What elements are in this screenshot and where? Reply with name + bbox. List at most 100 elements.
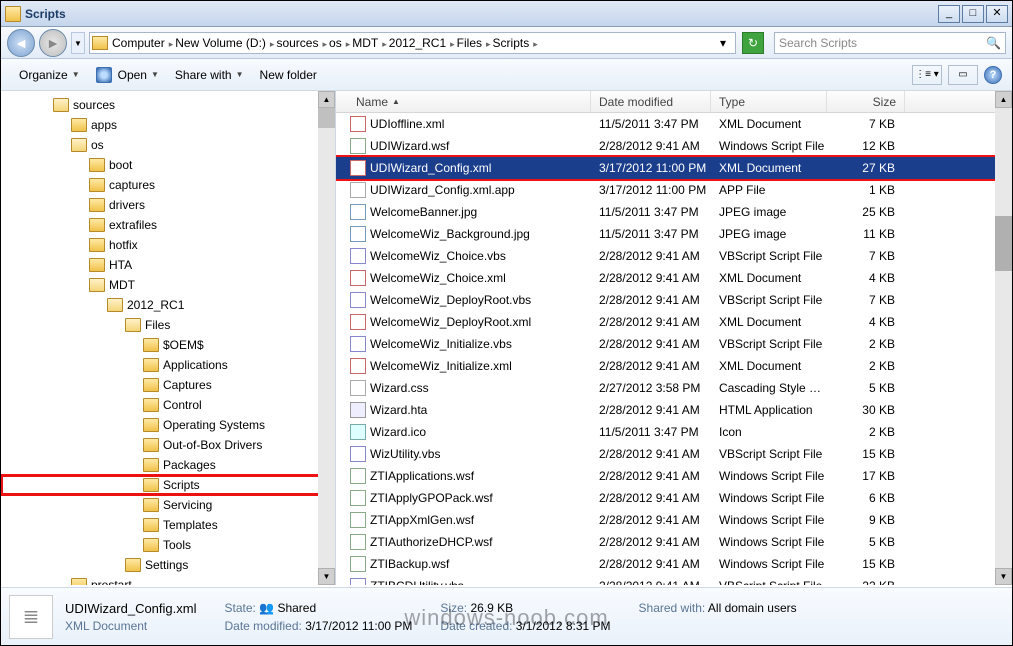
file-row[interactable]: ZTIBackup.wsf2/28/2012 9:41 AMWindows Sc… [336, 553, 1012, 575]
column-type[interactable]: Type [711, 91, 827, 112]
chevron-right-icon[interactable]: ▸ [270, 39, 275, 49]
breadcrumb-item[interactable]: sources [276, 36, 318, 50]
search-input[interactable]: Search Scripts 🔍 [774, 32, 1006, 54]
scrollbar[interactable]: ▲ ▼ [318, 91, 335, 585]
close-button[interactable]: ✕ [986, 5, 1008, 23]
nav-history-dropdown[interactable]: ▼ [71, 32, 85, 54]
column-size[interactable]: Size [827, 91, 905, 112]
chevron-right-icon[interactable]: ▸ [533, 39, 538, 49]
scroll-down-icon[interactable]: ▼ [318, 568, 335, 585]
minimize-button[interactable]: _ [938, 5, 960, 23]
open-button[interactable]: Open▼ [88, 63, 167, 87]
tree-node[interactable]: Applications [1, 355, 335, 375]
tree-node[interactable]: Packages [1, 455, 335, 475]
help-button[interactable]: ? [984, 66, 1002, 84]
folder-tree[interactable]: sourcesappsosbootcapturesdriversextrafil… [1, 91, 336, 585]
file-row[interactable]: WelcomeWiz_Choice.vbs2/28/2012 9:41 AMVB… [336, 245, 1012, 267]
breadcrumb-item[interactable]: 2012_RC1 [389, 36, 446, 50]
tree-node[interactable]: HTA [1, 255, 335, 275]
file-list[interactable]: UDIoffline.xml11/5/2011 3:47 PMXML Docum… [336, 113, 1012, 585]
tree-node[interactable]: Control [1, 395, 335, 415]
tree-node[interactable]: Settings [1, 555, 335, 575]
forward-button[interactable]: ► [39, 29, 67, 57]
chevron-right-icon[interactable]: ▸ [346, 39, 351, 49]
tree-node[interactable]: boot [1, 155, 335, 175]
file-row[interactable]: UDIWizard_Config.xml.app3/17/2012 11:00 … [336, 179, 1012, 201]
breadcrumb-item[interactable]: MDT [352, 36, 378, 50]
file-date: 2/28/2012 9:41 AM [591, 359, 711, 373]
file-row[interactable]: ZTIApplications.wsf2/28/2012 9:41 AMWind… [336, 465, 1012, 487]
tree-node[interactable]: Servicing [1, 495, 335, 515]
share-with-button[interactable]: Share with▼ [167, 64, 252, 86]
tree-node[interactable]: Tools [1, 535, 335, 555]
file-row[interactable]: ZTIAuthorizeDHCP.wsf2/28/2012 9:41 AMWin… [336, 531, 1012, 553]
preview-pane-button[interactable]: ▭ [948, 65, 978, 85]
tree-node[interactable]: Out-of-Box Drivers [1, 435, 335, 455]
tree-node[interactable]: Captures [1, 375, 335, 395]
breadcrumb-item[interactable]: New Volume (D:) [175, 36, 266, 50]
breadcrumb-item[interactable]: Scripts [493, 36, 530, 50]
new-folder-button[interactable]: New folder [252, 64, 325, 86]
tree-node[interactable]: Operating Systems [1, 415, 335, 435]
scroll-down-icon[interactable]: ▼ [995, 568, 1012, 585]
file-row[interactable]: WelcomeWiz_DeployRoot.xml2/28/2012 9:41 … [336, 311, 1012, 333]
dropdown-icon[interactable]: ▾ [713, 33, 733, 53]
chevron-right-icon[interactable]: ▸ [450, 39, 455, 49]
file-row[interactable]: Wizard.ico11/5/2011 3:47 PMIcon2 KB [336, 421, 1012, 443]
file-row[interactable]: WelcomeWiz_DeployRoot.vbs2/28/2012 9:41 … [336, 289, 1012, 311]
chevron-right-icon[interactable]: ▸ [322, 39, 327, 49]
file-row[interactable]: Wizard.hta2/28/2012 9:41 AMHTML Applicat… [336, 399, 1012, 421]
file-row[interactable]: WelcomeBanner.jpg11/5/2011 3:47 PMJPEG i… [336, 201, 1012, 223]
chevron-right-icon[interactable]: ▸ [382, 39, 387, 49]
scroll-thumb[interactable] [318, 108, 335, 128]
breadcrumb-item[interactable]: Files [457, 36, 482, 50]
file-size: 15 KB [827, 557, 905, 571]
scroll-up-icon[interactable]: ▲ [318, 91, 335, 108]
tree-node[interactable]: extrafiles [1, 215, 335, 235]
scroll-up-icon[interactable]: ▲ [995, 91, 1012, 108]
tree-node[interactable]: $OEM$ [1, 335, 335, 355]
tree-label: prestart [91, 578, 132, 585]
tree-node[interactable]: Files [1, 315, 335, 335]
file-row[interactable]: ZTIBCDUtility.vbs2/28/2012 9:41 AMVBScri… [336, 575, 1012, 585]
tree-node[interactable]: captures [1, 175, 335, 195]
file-row[interactable]: ZTIApplyGPOPack.wsf2/28/2012 9:41 AMWind… [336, 487, 1012, 509]
tree-node[interactable]: os [1, 135, 335, 155]
tree-node[interactable]: hotfix [1, 235, 335, 255]
column-date[interactable]: Date modified [591, 91, 711, 112]
tree-node[interactable]: apps [1, 115, 335, 135]
chevron-right-icon[interactable]: ▸ [169, 39, 174, 49]
details-pane: ≣ UDIWizard_Config.xml State: 👥 Shared S… [1, 587, 1012, 645]
tree-node[interactable]: sources [1, 95, 335, 115]
file-row[interactable]: WelcomeWiz_Initialize.vbs2/28/2012 9:41 … [336, 333, 1012, 355]
file-row[interactable]: Wizard.css2/27/2012 3:58 PMCascading Sty… [336, 377, 1012, 399]
scrollbar[interactable]: ▲ ▼ [995, 91, 1012, 585]
file-row[interactable]: UDIWizard.wsf2/28/2012 9:41 AMWindows Sc… [336, 135, 1012, 157]
folder-icon [71, 578, 87, 585]
back-button[interactable]: ◄ [7, 29, 35, 57]
tree-node[interactable]: 2012_RC1 [1, 295, 335, 315]
tree-node[interactable]: MDT [1, 275, 335, 295]
tree-node[interactable]: Scripts [1, 475, 335, 495]
file-row[interactable]: WelcomeWiz_Initialize.xml2/28/2012 9:41 … [336, 355, 1012, 377]
address-bar[interactable]: Computer▸New Volume (D:)▸sources▸os▸MDT▸… [89, 32, 736, 54]
column-name[interactable]: Name ▲ [336, 91, 591, 112]
refresh-button[interactable]: ↻ [742, 32, 764, 54]
chevron-right-icon[interactable]: ▸ [486, 39, 491, 49]
file-row[interactable]: UDIoffline.xml11/5/2011 3:47 PMXML Docum… [336, 113, 1012, 135]
scroll-thumb[interactable] [995, 216, 1012, 271]
maximize-button[interactable]: □ [962, 5, 984, 23]
organize-button[interactable]: Organize▼ [11, 64, 88, 86]
file-row[interactable]: WizUtility.vbs2/28/2012 9:41 AMVBScript … [336, 443, 1012, 465]
breadcrumb-item[interactable]: os [329, 36, 342, 50]
file-row[interactable]: WelcomeWiz_Background.jpg11/5/2011 3:47 … [336, 223, 1012, 245]
tree-node[interactable]: prestart [1, 575, 335, 585]
file-row[interactable]: UDIWizard_Config.xml3/17/2012 11:00 PMXM… [336, 157, 1012, 179]
view-button[interactable]: ⋮≡ ▾ [912, 65, 942, 85]
file-row[interactable]: WelcomeWiz_Choice.xml2/28/2012 9:41 AMXM… [336, 267, 1012, 289]
tree-node[interactable]: Templates [1, 515, 335, 535]
tree-node[interactable]: drivers [1, 195, 335, 215]
file-icon [350, 292, 366, 308]
file-row[interactable]: ZTIAppXmlGen.wsf2/28/2012 9:41 AMWindows… [336, 509, 1012, 531]
breadcrumb-item[interactable]: Computer [112, 36, 165, 50]
